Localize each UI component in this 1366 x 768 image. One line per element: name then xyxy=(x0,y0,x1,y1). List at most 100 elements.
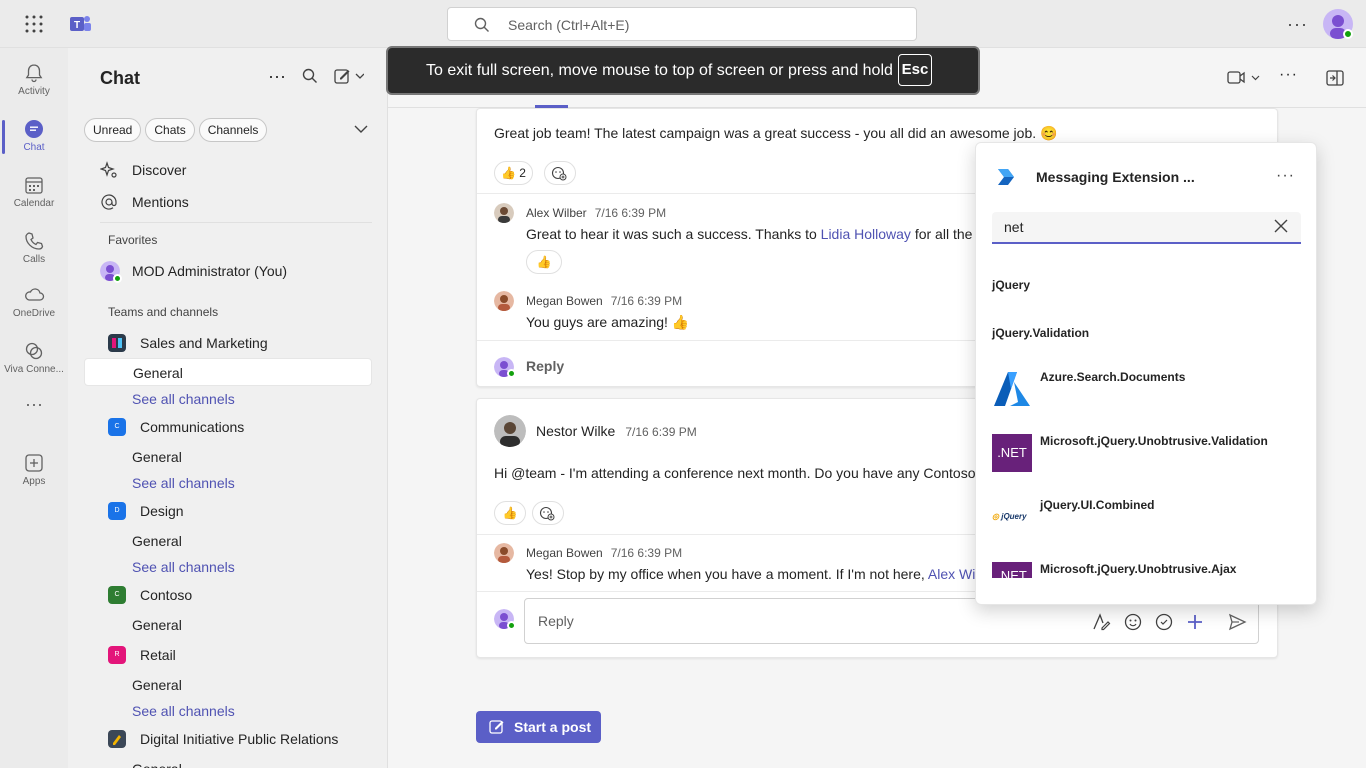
add-reaction-button[interactable] xyxy=(532,501,564,525)
close-icon[interactable] xyxy=(1274,219,1288,233)
reply-message: Yes! Stop by my office when you have a m… xyxy=(526,566,979,582)
chevron-down-icon[interactable] xyxy=(354,124,368,134)
team-avatar-icon: C xyxy=(108,418,126,436)
divider xyxy=(477,340,977,341)
see-all-channels-link[interactable]: See all channels xyxy=(132,391,235,407)
video-call-icon[interactable] xyxy=(1227,70,1261,86)
team-name: Sales and Marketing xyxy=(140,335,268,351)
favorite-chat-item[interactable]: MOD Administrator (You) xyxy=(84,256,372,286)
avatar[interactable] xyxy=(494,543,514,563)
phone-icon xyxy=(25,232,44,250)
add-reaction-button[interactable] xyxy=(544,161,576,185)
team-name: Design xyxy=(140,503,184,519)
timestamp: 7/16 6:39 PM xyxy=(625,425,697,439)
nav-discover[interactable]: Discover xyxy=(84,155,372,185)
reaction-like-button[interactable]: 👍 xyxy=(526,250,562,274)
channel-general[interactable]: General xyxy=(84,755,372,768)
cloud-icon xyxy=(25,288,45,301)
rail-chat[interactable]: Chat xyxy=(0,110,68,166)
result-item[interactable]: jQuery.UI.Combined xyxy=(1040,498,1154,512)
chat-icon xyxy=(25,120,43,138)
filter-channels[interactable]: Channels xyxy=(198,118,268,142)
mention-link[interactable]: Lidia Holloway xyxy=(821,226,911,242)
start-post-button[interactable]: Start a post xyxy=(476,711,601,743)
rail-more-apps[interactable]: ··· xyxy=(0,394,68,450)
header-more-button[interactable]: ··· xyxy=(1279,66,1298,84)
sparkle-icon xyxy=(100,161,117,178)
extension-app-icon xyxy=(992,163,1020,191)
result-item[interactable]: Azure.Search.Documents xyxy=(1040,370,1185,384)
rail-activity[interactable]: Activity xyxy=(0,54,68,110)
result-item[interactable]: jQuery xyxy=(992,278,1030,292)
team-digital-initiative-public-relations[interactable]: Digital Initiative Public Relations xyxy=(84,724,372,754)
app-launcher-icon[interactable] xyxy=(24,14,44,34)
rail-viva-connections[interactable]: Viva Conne... xyxy=(0,332,68,388)
rail-label: Activity xyxy=(18,86,50,97)
search-input[interactable]: Search (Ctrl+Alt+E) xyxy=(447,7,917,41)
channel-general[interactable]: General xyxy=(84,443,372,471)
pane-more-button[interactable]: ··· xyxy=(268,66,286,87)
reaction-like-button[interactable]: 👍 2 xyxy=(494,161,533,185)
rail-label: Chat xyxy=(23,142,45,153)
settings-more-button[interactable]: ··· xyxy=(1287,14,1308,35)
mention-link[interactable]: Alex Wil xyxy=(928,566,979,582)
extension-more-button[interactable]: ··· xyxy=(1276,167,1295,185)
channel-name: General xyxy=(133,365,183,381)
rail-onedrive[interactable]: OneDrive xyxy=(0,276,68,332)
favorite-name: MOD Administrator (You) xyxy=(132,263,288,279)
rail-apps[interactable]: Apps xyxy=(0,444,68,500)
format-icon[interactable] xyxy=(1091,612,1111,632)
add-icon[interactable] xyxy=(1185,612,1205,632)
filter-chats[interactable]: Chats xyxy=(145,118,195,142)
see-all-channels-link[interactable]: See all channels xyxy=(132,703,235,719)
result-item[interactable]: jQuery.Validation xyxy=(992,326,1089,340)
team-contoso[interactable]: C Contoso xyxy=(84,580,372,610)
rail-label: Viva Conne... xyxy=(4,364,64,375)
new-chat-icon[interactable] xyxy=(334,68,364,84)
channel-name: General xyxy=(132,533,182,549)
teams-logo-icon: T xyxy=(70,16,91,31)
search-icon[interactable] xyxy=(302,68,318,84)
team-design[interactable]: D Design xyxy=(84,496,372,526)
channel-general[interactable]: General xyxy=(84,671,372,699)
nav-mentions[interactable]: Mentions xyxy=(84,187,372,217)
avatar[interactable] xyxy=(494,415,526,447)
result-item[interactable]: Microsoft.jQuery.Unobtrusive.Validation xyxy=(1040,434,1268,448)
avatar[interactable] xyxy=(494,203,514,223)
reply-button[interactable]: Reply xyxy=(526,358,564,374)
loop-icon[interactable] xyxy=(1154,612,1174,632)
rail-label: Apps xyxy=(22,476,46,487)
filter-unread[interactable]: Unread xyxy=(84,118,142,142)
emoji-icon[interactable] xyxy=(1123,612,1143,632)
team-name: Digital Initiative Public Relations xyxy=(140,731,339,747)
see-all-channels-link[interactable]: See all channels xyxy=(132,559,235,575)
team-communications[interactable]: C Communications xyxy=(84,412,372,442)
team-name: Communications xyxy=(140,419,245,435)
viva-icon xyxy=(25,342,43,360)
nav-label: Discover xyxy=(132,162,187,178)
avatar[interactable] xyxy=(494,291,514,311)
presence-available-icon xyxy=(507,621,516,630)
post-author: Nestor Wilke 7/16 6:39 PM xyxy=(536,423,697,439)
reply-message: You guys are amazing! 👍 xyxy=(526,314,690,330)
team-sales-and-marketing[interactable]: Sales and Marketing xyxy=(84,328,372,358)
extension-title: Messaging Extension ... xyxy=(1036,169,1195,185)
divider xyxy=(100,222,372,223)
reaction-like-button[interactable]: 👍 xyxy=(494,501,526,525)
channel-general[interactable]: General xyxy=(84,611,372,639)
team-retail[interactable]: R Retail xyxy=(84,640,372,670)
extension-search-input[interactable]: net xyxy=(992,212,1301,244)
channel-general-selected[interactable]: General xyxy=(84,358,372,386)
send-icon[interactable] xyxy=(1227,612,1247,632)
team-avatar-icon: R xyxy=(108,646,126,664)
banner-text: To exit full screen, move mouse to top o… xyxy=(426,62,893,79)
rail-calls[interactable]: Calls xyxy=(0,222,68,278)
channel-general[interactable]: General xyxy=(84,527,372,555)
rail-calendar[interactable]: Calendar xyxy=(0,166,68,222)
pane-title: Chat xyxy=(100,68,140,88)
result-item[interactable]: Microsoft.jQuery.Unobtrusive.Ajax xyxy=(1040,562,1236,576)
see-all-channels-link[interactable]: See all channels xyxy=(132,475,235,491)
teams-header: Teams and channels xyxy=(108,305,219,319)
open-pane-icon[interactable] xyxy=(1326,70,1344,86)
at-icon xyxy=(101,194,117,210)
